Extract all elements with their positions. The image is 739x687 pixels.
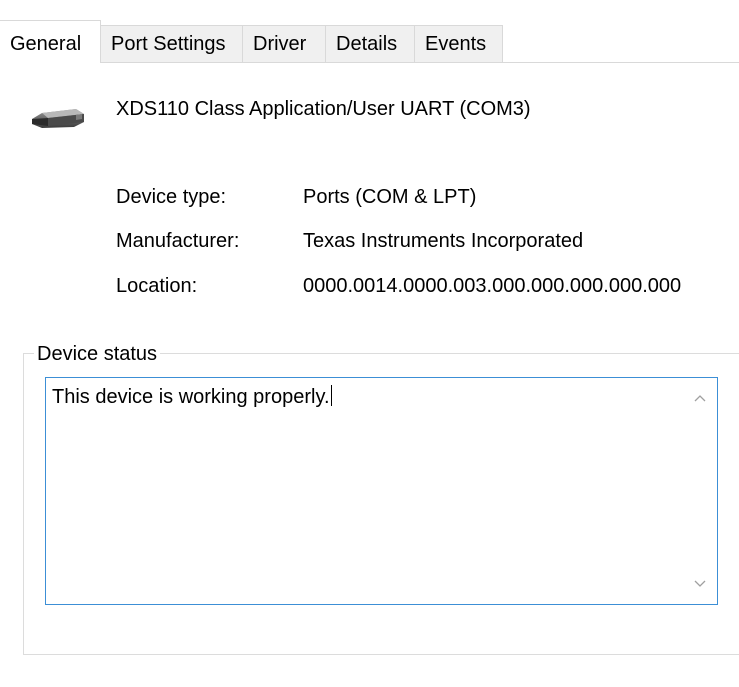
tab-events[interactable]: Events xyxy=(414,25,503,62)
tab-details[interactable]: Details xyxy=(325,25,415,62)
location-label: Location: xyxy=(116,275,198,297)
device-name: XDS110 Class Application/User UART (COM3… xyxy=(116,98,531,120)
tab-driver[interactable]: Driver xyxy=(242,25,326,62)
tab-strip: General Port Settings Driver Details Eve… xyxy=(0,0,739,63)
chevron-down-icon xyxy=(694,580,706,587)
serial-port-connector-icon xyxy=(30,102,86,136)
device-type-value: Ports (COM & LPT) xyxy=(303,186,477,208)
device-status-legend: Device status xyxy=(34,341,161,367)
device-status-text-line: This device is working properly. xyxy=(52,383,332,411)
device-status-textbox[interactable]: This device is working properly. xyxy=(45,377,718,605)
scroll-up-button[interactable] xyxy=(683,382,717,414)
chevron-up-icon xyxy=(694,395,706,402)
tab-baseline xyxy=(100,62,739,63)
manufacturer-value: Texas Instruments Incorporated xyxy=(303,230,584,252)
tab-port-settings[interactable]: Port Settings xyxy=(100,25,243,62)
device-type-label: Device type: xyxy=(116,186,227,208)
device-status-text: This device is working properly. xyxy=(52,386,330,408)
tab-general[interactable]: General xyxy=(0,20,101,63)
manufacturer-label: Manufacturer: xyxy=(116,230,240,252)
text-caret xyxy=(330,385,332,406)
location-value: 0000.0014.0000.003.000.000.000.000.000 xyxy=(303,275,682,297)
vertical-scrollbar[interactable] xyxy=(683,378,717,604)
scroll-down-button[interactable] xyxy=(683,568,717,600)
